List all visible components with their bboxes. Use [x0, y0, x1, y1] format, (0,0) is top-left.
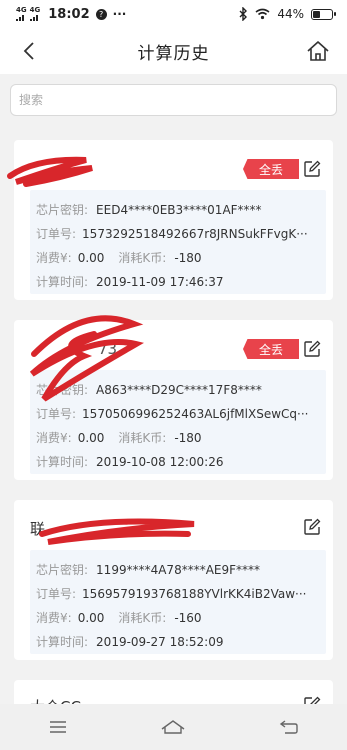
calc-time-label: 计算时间: [36, 275, 89, 289]
cost-label: 消费¥: [36, 431, 72, 445]
status-tag: 全丢 [243, 339, 299, 359]
signal-bars-icon [16, 15, 25, 21]
cost-value: 0.00 [77, 611, 105, 625]
calc-time-label: 计算时间: [36, 635, 89, 649]
battery-icon [311, 8, 336, 20]
cost-row: 消费¥: 0.00 消耗K币: -180 [36, 246, 326, 270]
coin-cost-label: 消耗K币: [118, 431, 167, 445]
wifi-icon [255, 8, 270, 20]
record-card[interactable]: 联 芯片密钥: 1199****4A78****AE9F**** 订单号: 1569… [14, 500, 333, 660]
record-title: 联 [30, 520, 46, 538]
chip-key-label: 芯片密钥: [36, 383, 89, 397]
search-bar [0, 74, 347, 126]
redaction-scribble [7, 156, 93, 187]
record-info: 芯片密钥: EED4****0EB3****01AF**** 订单号: 157329… [30, 190, 326, 294]
order-no-row: 订单号: 1573292518492667r8JRNSukFFvgK··· [36, 222, 326, 246]
order-no-value: 1570506996252463AL6jfMlXSewCq··· [82, 407, 309, 421]
record-title: 73 [30, 340, 117, 358]
battery-fill [313, 10, 321, 18]
coin-cost-value: -180 [174, 431, 202, 445]
signal-2-label: 4G [29, 6, 41, 14]
coin-cost-label: 消耗K币: [118, 611, 167, 625]
status-tag: 全丢 [243, 159, 299, 179]
coin-cost-value: -180 [174, 251, 202, 265]
record-card[interactable]: 全丢 芯片密钥: EED4****0EB3****01AF**** 订单号: 157… [7, 140, 333, 300]
order-no-label: 订单号: [36, 407, 77, 421]
order-no-row: 订单号: 1569579193768188YVlrKK4iB2Vaw··· [36, 582, 326, 606]
order-no-value: 1573292518492667r8JRNSukFFvgK··· [82, 227, 308, 241]
coin-cost-value: -160 [174, 611, 202, 625]
chevron-left-icon [23, 42, 34, 60]
chip-key-label: 芯片密钥: [36, 563, 89, 577]
home-nav-icon [162, 720, 185, 734]
chip-key-row: 芯片密钥: 1199****4A78****AE9F**** [36, 558, 326, 582]
edit-button[interactable] [303, 340, 321, 358]
help-icon: ? [95, 8, 107, 20]
calc-time-label: 计算时间: [36, 455, 89, 469]
cost-row: 消费¥: 0.00 消耗K币: -160 [36, 606, 326, 630]
record-card[interactable]: 73 全丢 芯片密钥: A863****D29C****17F8**** 订单号:… [14, 315, 333, 480]
calc-time-row: 计算时间: 2019-09-27 18:52:09 [36, 630, 326, 654]
battery-percent: 44% [277, 7, 304, 21]
signal-indicators: 4G 4G [16, 7, 40, 21]
cost-label: 消费¥: [36, 251, 72, 265]
order-no-value: 1569579193768188YVlrKK4iB2Vaw··· [82, 587, 307, 601]
signal-1-label: 4G [16, 6, 27, 14]
order-no-label: 订单号: [36, 587, 77, 601]
clock: 18:02 [48, 6, 90, 22]
back-nav-button[interactable] [269, 712, 309, 742]
back-button[interactable] [16, 38, 42, 64]
calc-time-value: 2019-11-09 17:46:37 [96, 275, 224, 289]
page-title: 计算历史 [137, 43, 210, 64]
system-nav-bar [0, 704, 347, 750]
cost-label: 消费¥: [36, 611, 72, 625]
edit-icon [304, 518, 321, 535]
order-no-label: 订单号: [36, 227, 77, 241]
chip-key-row: 芯片密钥: EED4****0EB3****01AF**** [36, 198, 326, 222]
home-icon [307, 41, 329, 61]
home-button[interactable] [305, 38, 331, 64]
cost-value: 0.00 [77, 431, 105, 445]
signal-bars-icon [29, 15, 38, 21]
redaction-scribble [39, 518, 195, 545]
calc-time-value: 2019-09-27 18:52:09 [96, 635, 224, 649]
chip-key-row: 芯片密钥: A863****D29C****17F8**** [36, 378, 326, 402]
home-nav-button[interactable] [153, 712, 193, 742]
calc-time-row: 计算时间: 2019-11-09 17:46:37 [36, 270, 326, 294]
cost-row: 消费¥: 0.00 消耗K币: -180 [36, 426, 326, 450]
status-left: 4G 4G 18:02 ? ··· [16, 7, 126, 22]
calc-time-row: 计算时间: 2019-10-08 12:00:26 [36, 450, 326, 474]
coin-cost-label: 消耗K币: [118, 251, 167, 265]
bluetooth-icon [239, 7, 248, 21]
edit-button[interactable] [303, 160, 321, 178]
record-info: 芯片密钥: A863****D29C****17F8**** 订单号: 157050… [30, 370, 326, 474]
cost-value: 0.00 [77, 251, 105, 265]
menu-button[interactable] [38, 712, 78, 742]
chip-key-value: EED4****0EB3****01AF**** [96, 203, 262, 217]
header: 计算历史 [0, 28, 347, 74]
edit-button[interactable] [303, 518, 321, 536]
calc-time-value: 2019-10-08 12:00:26 [96, 455, 224, 469]
chip-key-value: 1199****4A78****AE9F**** [96, 563, 261, 577]
chip-key-value: A863****D29C****17F8**** [96, 383, 262, 397]
more-dots: ··· [112, 7, 127, 21]
edit-icon [304, 340, 321, 357]
record-title-tail: 73 [98, 340, 118, 358]
status-bar: 4G 4G 18:02 ? ··· 44% [0, 0, 347, 28]
status-right: 44% [239, 7, 336, 21]
chip-key-label: 芯片密钥: [36, 203, 89, 217]
edit-icon [304, 160, 321, 177]
menu-icon [49, 721, 66, 733]
back-nav-icon [279, 720, 298, 734]
search-input[interactable] [10, 84, 337, 116]
order-no-row: 订单号: 1570506996252463AL6jfMlXSewCq··· [36, 402, 326, 426]
record-info: 芯片密钥: 1199****4A78****AE9F**** 订单号: 156957… [30, 550, 326, 654]
